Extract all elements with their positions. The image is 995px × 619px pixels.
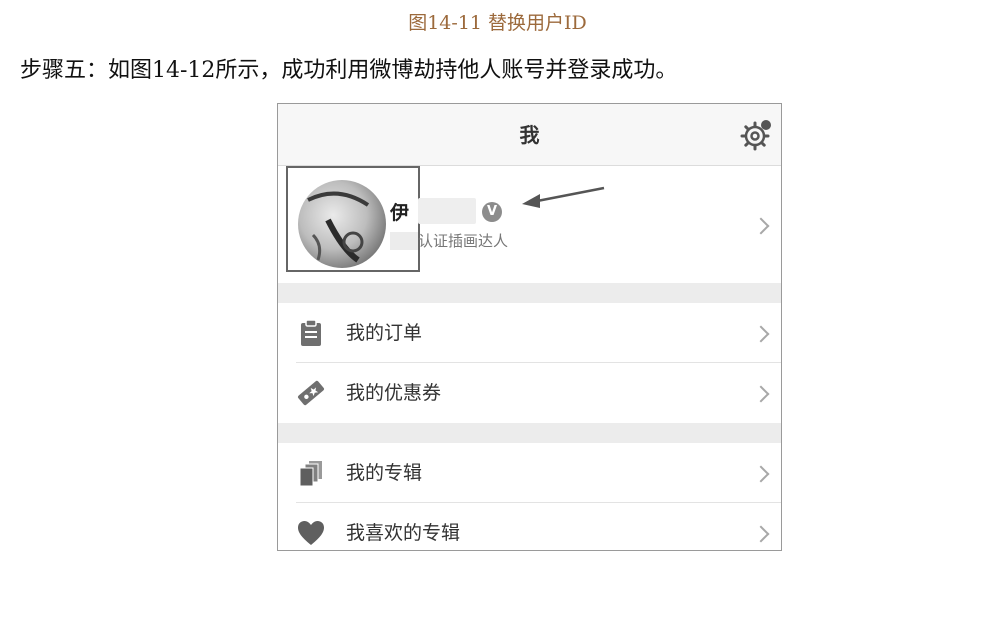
avatar[interactable]	[298, 180, 386, 268]
chevron-right-icon	[752, 325, 770, 343]
menu-item-liked-albums[interactable]: 我喜欢的专辑	[278, 503, 781, 550]
annotation-arrow-icon	[522, 186, 605, 208]
profile-card[interactable]: 伊 V 认证插画达人	[278, 166, 781, 283]
page-title: 我	[519, 123, 540, 147]
description-redaction	[390, 232, 418, 250]
chevron-right-icon	[752, 217, 770, 235]
chevron-right-icon	[752, 465, 770, 483]
menu-item-label: 我的优惠券	[346, 382, 442, 404]
settings-gear-icon[interactable]	[739, 118, 773, 152]
profile-name: 伊	[390, 202, 410, 224]
menu-item-albums[interactable]: 我的专辑	[278, 443, 781, 503]
verified-badge: V	[482, 202, 502, 222]
notification-dot-icon	[761, 120, 771, 130]
menu-item-label: 我的专辑	[346, 462, 423, 484]
section-divider	[278, 283, 781, 303]
menu-item-label: 我的订单	[346, 322, 423, 344]
name-redaction	[418, 198, 476, 224]
nav-bar: 我	[278, 104, 781, 166]
menu-item-coupons[interactable]: 我的优惠券	[278, 363, 781, 423]
menu-item-orders[interactable]: 我的订单	[278, 303, 781, 363]
chevron-right-icon	[752, 385, 770, 403]
menu-item-label: 我喜欢的专辑	[346, 522, 461, 544]
section-divider	[278, 423, 781, 443]
avatar-illustration-icon	[307, 191, 370, 263]
profile-description: 认证插画达人	[418, 232, 509, 250]
album-stack-icon	[299, 461, 322, 487]
clipboard-icon	[301, 319, 321, 346]
chevron-right-icon	[752, 525, 770, 543]
heart-icon	[298, 521, 324, 545]
figure-caption: 图14-11 替换用户ID	[408, 12, 587, 34]
coupon-icon	[298, 380, 324, 406]
app-screen: 我 伊 V 认证插画达人 我的订单 我的优惠券 我的专辑 我喜欢的专辑	[277, 103, 782, 551]
step-text: 步骤五：如图14-12所示，成功利用微博劫持他人账号并登录成功。	[20, 58, 678, 83]
